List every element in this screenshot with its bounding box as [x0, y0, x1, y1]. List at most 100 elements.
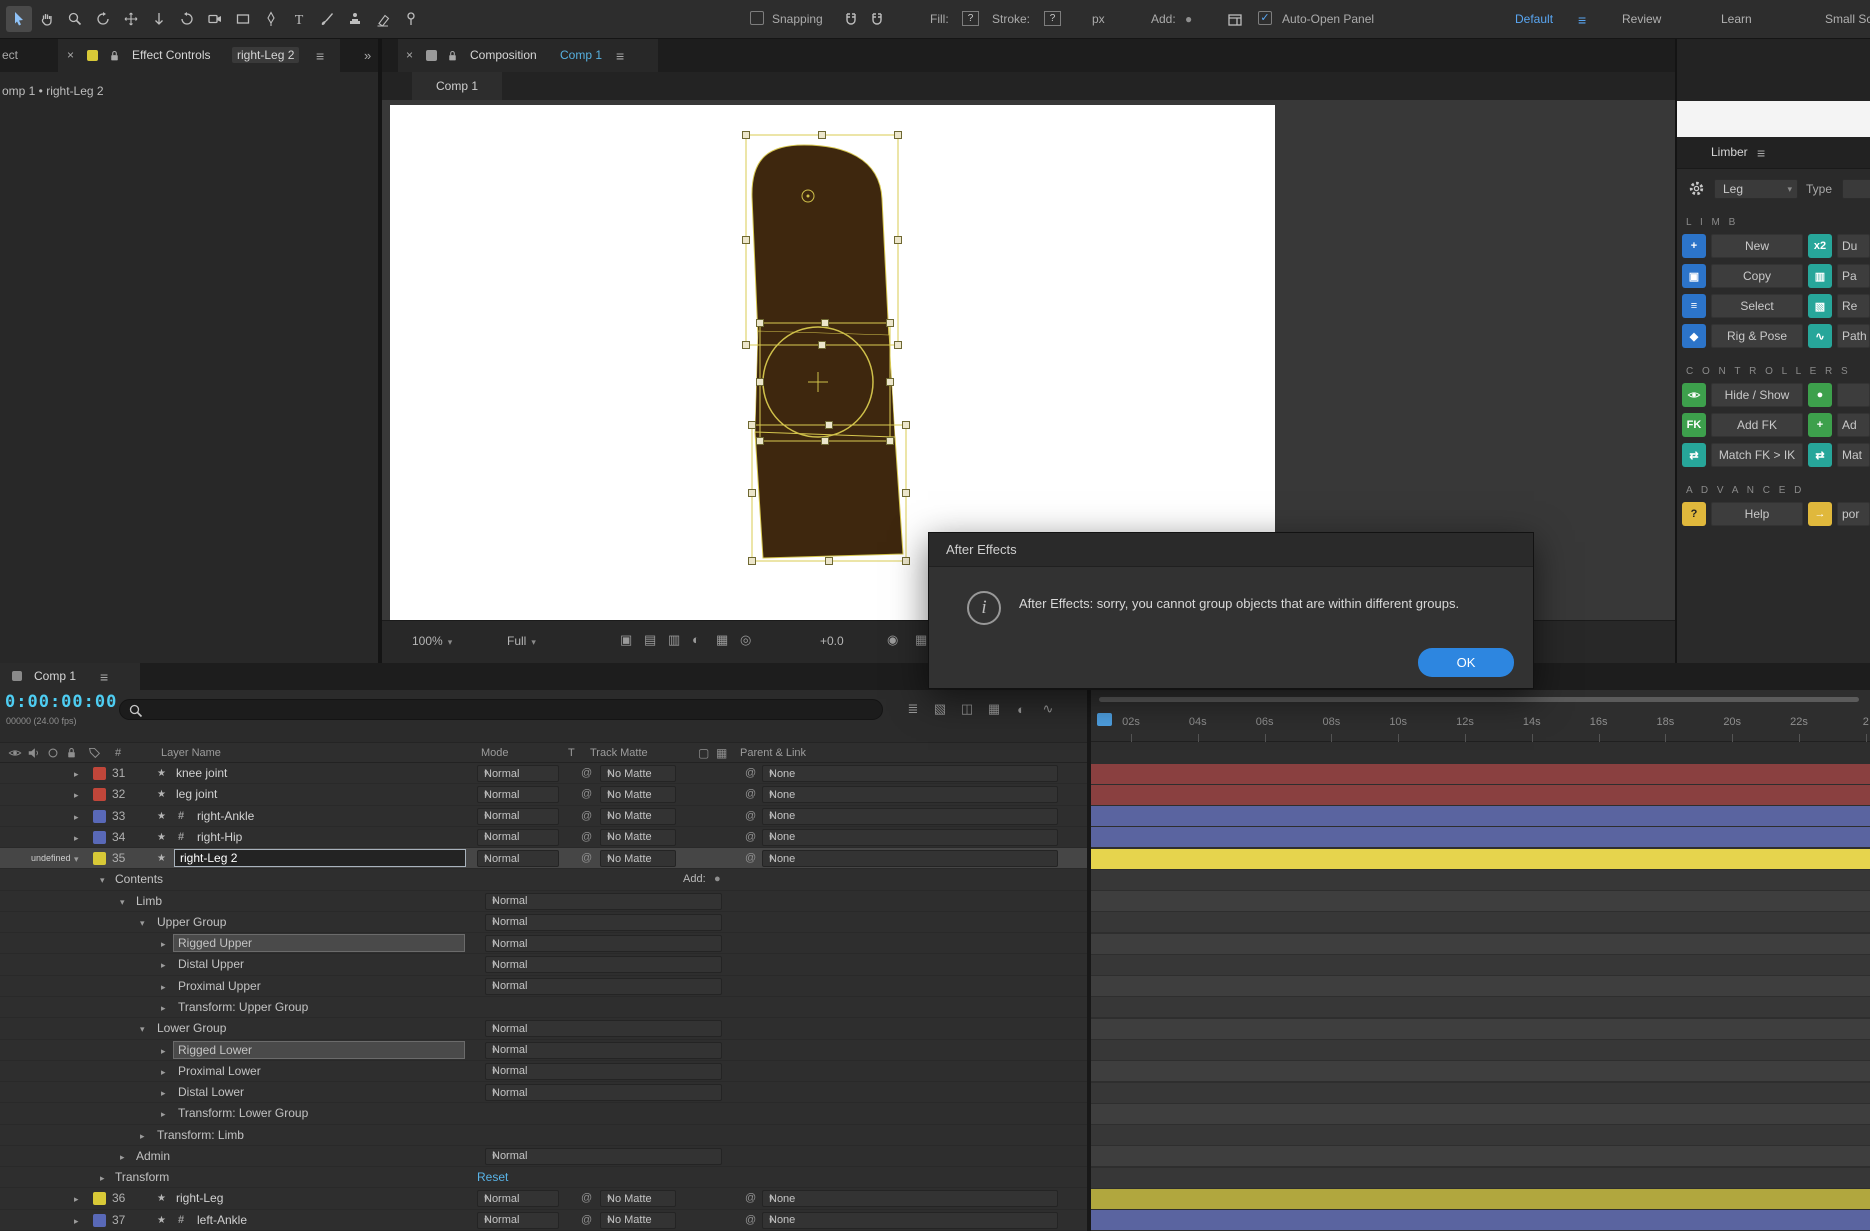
panel-overflow-icon[interactable]: »	[364, 48, 371, 63]
track-area[interactable]: 02s 04s 06s 08s 10s 12s 14s 16s 18s 20s 22s 2	[1091, 690, 1870, 1231]
property-name[interactable]: Transform: Limb	[157, 1128, 244, 1142]
twirl-icon[interactable]: ▸	[74, 790, 79, 801]
track-matte-dropdown[interactable]: No Matte ▾	[600, 850, 676, 868]
layer-name-header[interactable]: Layer Name	[161, 747, 221, 759]
label-color-swatch[interactable]	[93, 1192, 106, 1206]
transparency-grid-icon[interactable]: ▤	[644, 632, 656, 648]
property-name[interactable]: Proximal Lower	[178, 1064, 261, 1078]
lock-icon[interactable]	[65, 746, 78, 759]
timeline-menu-icon[interactable]: ≡	[100, 669, 108, 685]
property-row-transform-limb[interactable]: ▸ Transform: Limb	[0, 1124, 1087, 1146]
parent-pickwhip-icon[interactable]: @	[745, 1214, 756, 1226]
pen-tool[interactable]	[258, 6, 284, 32]
snap-magnet-icon[interactable]	[838, 7, 864, 33]
property-row-admin[interactable]: ▸ Admin Normal ▾	[0, 1145, 1087, 1168]
eraser-tool[interactable]	[370, 6, 396, 32]
mode-dropdown[interactable]: Normal ▾	[477, 828, 559, 846]
rig-pose-icon[interactable]: ◆	[1682, 324, 1706, 348]
group-blend-dropdown[interactable]: Normal ▾	[485, 1062, 722, 1080]
twirl-icon[interactable]: ▸	[161, 1067, 166, 1078]
partial-button[interactable]: por	[1837, 502, 1870, 526]
comp-lock-icon[interactable]	[446, 49, 459, 65]
parent-pickwhip-icon[interactable]: @	[745, 767, 756, 779]
layer-name[interactable]: leg joint	[176, 787, 217, 801]
shy-star-icon[interactable]: ★	[157, 768, 166, 779]
track-matte-dropdown[interactable]: No Matte ▾	[600, 828, 676, 846]
t-header[interactable]: T	[568, 747, 575, 759]
new-icon[interactable]: +	[1682, 234, 1706, 258]
pan-camera-tool[interactable]	[118, 6, 144, 32]
limber-menu-icon[interactable]: ≡	[1757, 145, 1765, 161]
twirl-icon[interactable]: ▸	[74, 833, 79, 844]
select-button[interactable]: Select	[1711, 294, 1803, 318]
group-blend-dropdown[interactable]: Normal ▾	[485, 892, 722, 910]
track-bar-34[interactable]	[1091, 827, 1870, 848]
workspace-menu-icon[interactable]: ≡	[1578, 12, 1586, 28]
track-stripe[interactable]	[1091, 912, 1870, 933]
viewer-tab-comp1[interactable]: Comp 1	[412, 72, 502, 100]
mode-dropdown[interactable]: Normal ▾	[477, 1190, 559, 1208]
twirl-icon[interactable]: ▾	[140, 918, 145, 929]
twirl-icon[interactable]: ▸	[74, 1194, 79, 1205]
workspace-small-sc[interactable]: Small Sc	[1825, 12, 1870, 26]
partial-button[interactable]: Re	[1837, 294, 1870, 318]
property-row-transform-upper-group[interactable]: ▸ Transform: Upper Group	[0, 996, 1087, 1019]
mode-dropdown[interactable]: Normal ▾	[477, 765, 559, 782]
track-stripe[interactable]	[1091, 1082, 1870, 1103]
property-name[interactable]: Rigged Upper	[178, 936, 252, 950]
dialog-titlebar[interactable]: After Effects	[929, 533, 1533, 567]
shy-star-icon[interactable]: ★	[157, 1193, 166, 1204]
shy-star-icon[interactable]: ★	[157, 1215, 166, 1226]
label-color-swatch[interactable]	[93, 788, 106, 802]
match-icon[interactable]: ⇄	[1808, 443, 1832, 467]
property-name[interactable]: Lower Group	[157, 1021, 226, 1035]
matte-pickwhip-icon[interactable]: @	[581, 810, 592, 822]
channel-icon[interactable]: ◐	[692, 632, 700, 647]
shy-star-icon[interactable]: ★	[157, 811, 166, 822]
property-name[interactable]: Admin	[136, 1149, 170, 1163]
layer-row-left-ankle[interactable]: ▸ 37 ★ # left-Ankle Normal ▾ @ No Matte ▾ @ None ▾	[0, 1209, 1087, 1231]
partial-button[interactable]: Pa	[1837, 264, 1870, 288]
help-icon[interactable]: ?	[1682, 502, 1706, 526]
track-stripe[interactable]	[1091, 997, 1870, 1018]
copy-button[interactable]: Copy	[1711, 264, 1803, 288]
show-snapshot-icon[interactable]: ▦	[915, 632, 927, 648]
shy-icon[interactable]: ◫	[955, 698, 979, 720]
zoom-level-dropdown[interactable]: 100% ▾	[412, 634, 452, 648]
controller-dot-icon[interactable]: ●	[1808, 383, 1832, 407]
mask-visibility-icon[interactable]: ▥	[668, 632, 680, 648]
mode-dropdown[interactable]: Normal ▾	[477, 1211, 559, 1229]
timeline-tab[interactable]: Comp 1 ≡	[0, 663, 140, 690]
eye-icon[interactable]	[8, 746, 22, 760]
leg-shape[interactable]	[751, 144, 904, 559]
twirl-icon[interactable]: ▾	[100, 875, 105, 886]
shy-star-icon[interactable]: ★	[157, 832, 166, 843]
label-color-swatch[interactable]	[93, 852, 106, 866]
region-of-interest-icon[interactable]: ▣	[620, 632, 632, 648]
brush-tool[interactable]	[314, 6, 340, 32]
clone-stamp-tool[interactable]	[342, 6, 368, 32]
label-color-swatch[interactable]	[93, 830, 106, 844]
track-stripe[interactable]	[1091, 869, 1870, 890]
track-matte-dropdown[interactable]: No Matte ▾	[600, 807, 676, 825]
hide-show-icon[interactable]	[1682, 383, 1706, 407]
match-fk-ik-icon[interactable]: ⇄	[1682, 443, 1706, 467]
twirl-icon[interactable]: ▸	[74, 812, 79, 823]
partial-button[interactable]	[1837, 383, 1870, 407]
twirl-icon[interactable]: ▸	[74, 769, 79, 780]
mode-dropdown[interactable]: Normal ▾	[477, 786, 559, 804]
type-tool[interactable]: T	[286, 6, 312, 32]
track-bar-35[interactable]	[1091, 848, 1870, 869]
twirl-icon[interactable]: ▸	[161, 1046, 166, 1057]
hide-show-button[interactable]: Hide / Show	[1711, 383, 1803, 407]
select-icon[interactable]: ≡	[1682, 294, 1706, 318]
property-row-proximal-upper[interactable]: ▸ Proximal Upper Normal ▾	[0, 975, 1087, 997]
layer-name[interactable]: right-Ankle	[197, 809, 254, 823]
dolly-camera-tool[interactable]	[146, 6, 172, 32]
timeline-navigator-bar[interactable]	[1099, 697, 1859, 702]
label-color-swatch[interactable]	[93, 767, 106, 780]
add-fk-button[interactable]: Add FK	[1711, 413, 1803, 437]
twirl-icon[interactable]: ▸	[140, 1131, 145, 1142]
partial-button[interactable]: Mat	[1837, 443, 1870, 467]
rig-pose-button[interactable]: Rig & Pose	[1711, 324, 1803, 348]
